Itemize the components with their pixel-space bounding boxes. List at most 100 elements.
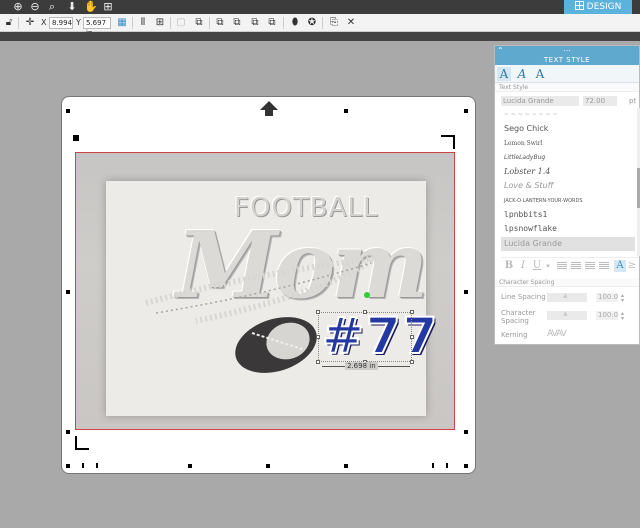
kerning-label: Kerning <box>501 331 528 339</box>
align-center-icon[interactable] <box>571 262 581 270</box>
design-tab[interactable]: DESIGN <box>564 0 632 14</box>
zoom-out-icon[interactable]: ⊖ <box>29 1 41 13</box>
swoosh-stroke <box>155 262 372 314</box>
line-spacing-field[interactable]: 100.0 <box>596 293 618 302</box>
font-size-field[interactable]: 72.00 <box>583 96 617 106</box>
char-spacing-slider[interactable] <box>547 310 587 320</box>
width-readout: 2.698 in <box>345 362 378 370</box>
background-photo[interactable]: FOOTBALL Mom <box>75 152 455 430</box>
font-list-item[interactable]: lpsnowflake <box>501 222 635 236</box>
page-handle[interactable] <box>66 109 70 113</box>
page-tick <box>82 463 84 468</box>
zoom-in-icon[interactable]: ⊕ <box>12 1 24 13</box>
resize-handle[interactable] <box>410 360 414 364</box>
group-icon[interactable]: ▢ <box>175 17 187 29</box>
page-handle[interactable] <box>66 290 70 294</box>
text-offset-tab-icon[interactable]: A <box>533 67 547 81</box>
page-handle[interactable] <box>464 290 468 294</box>
page-handle[interactable] <box>266 464 270 468</box>
page-handle[interactable] <box>464 430 468 434</box>
font-name-field[interactable]: Lucida Grande <box>501 96 579 106</box>
panel-drag-handle[interactable]: ... <box>495 45 639 53</box>
font-list-item[interactable]: JACK·O·LANTERN·YOUR·WORDS <box>501 194 635 208</box>
fit-page-icon[interactable]: ⊞ <box>102 1 114 13</box>
page-handle[interactable] <box>344 109 348 113</box>
font-list[interactable]: ~ ~ ~ ~ ~ ~ ~ ~ Sego Chick Lemon Swirl L… <box>501 108 635 256</box>
bold-button[interactable]: B <box>503 260 515 272</box>
char-spacing-label-2: Spacing <box>501 317 529 325</box>
page-tick <box>432 463 434 468</box>
align-icon[interactable]: ⫴ <box>137 17 149 29</box>
font-list-item[interactable]: Lemon Swirl <box>501 137 635 151</box>
toolbar-separator <box>209 17 210 29</box>
italic-button[interactable]: I <box>517 260 529 272</box>
text-style-tab-icon[interactable]: A <box>497 67 511 81</box>
resize-handle[interactable] <box>410 310 414 314</box>
char-spacing-field[interactable]: 100.0 <box>596 311 618 320</box>
page-tick <box>446 463 448 468</box>
page-tick <box>96 463 98 468</box>
x-label: X <box>41 18 47 27</box>
kerning-sample[interactable]: AVAV <box>547 330 567 339</box>
font-list-item[interactable]: LittleLadyBug <box>501 151 635 165</box>
char-spacing-stepper[interactable]: ▴ ▾ <box>621 311 624 322</box>
ruler-strip <box>0 32 640 41</box>
rotate-handle[interactable] <box>364 292 370 298</box>
line-spacing-stepper[interactable]: ▴ ▾ <box>621 293 624 304</box>
resize-handle[interactable] <box>316 360 320 364</box>
page-handle[interactable] <box>66 464 70 468</box>
toolbar-separator <box>18 17 19 29</box>
section-header-character-spacing: Character Spacing <box>495 278 639 287</box>
align-left-icon[interactable] <box>557 262 567 270</box>
text-path-tab-icon[interactable]: A <box>515 67 529 81</box>
font-list-item-selected[interactable]: Lucida Grande <box>501 236 635 251</box>
registration-corner <box>441 135 455 149</box>
page-handle[interactable] <box>188 464 192 468</box>
resize-handle[interactable] <box>316 310 320 314</box>
font-list-item[interactable]: lpnbbits1 <box>501 208 635 222</box>
ungroup-icon[interactable]: ⧉ <box>193 17 205 29</box>
hand-icon[interactable]: ✋ <box>84 1 98 13</box>
x-position-field[interactable]: 8.994 <box>49 17 73 29</box>
design-grid-icon <box>574 1 584 10</box>
text-fill-icon[interactable]: A <box>614 260 626 272</box>
font-list-item[interactable]: ~ ~ ~ ~ ~ ~ ~ ~ <box>501 108 635 122</box>
font-list-item[interactable]: Sego Chick <box>501 122 635 136</box>
bring-forward-icon[interactable]: ⧉ <box>249 17 261 29</box>
star-shape-icon[interactable]: ✪ <box>306 17 318 29</box>
send-backward-icon[interactable]: ⧉ <box>266 17 278 29</box>
line-spacing-label: Line Spacing <box>501 293 546 301</box>
align-right-icon[interactable] <box>585 262 595 270</box>
pan-down-icon[interactable]: ⬇ <box>66 1 78 13</box>
font-list-item[interactable]: Lobster 1.4 <box>501 165 635 179</box>
design-tab-label: DESIGN <box>586 2 622 12</box>
lock-icon[interactable]: 🔓︎ <box>3 17 15 29</box>
add-box-icon[interactable]: ⊞ <box>154 17 166 29</box>
resize-handle[interactable] <box>316 335 320 339</box>
page-handle[interactable] <box>66 430 70 434</box>
page-handle[interactable] <box>344 464 348 468</box>
font-size-unit: pt <box>629 97 637 105</box>
text-outline-icon[interactable]: ≥ <box>626 260 638 272</box>
toolbar-separator <box>322 17 323 29</box>
delete-icon[interactable]: ✕ <box>345 17 357 29</box>
resize-handle[interactable] <box>410 335 414 339</box>
page-handle[interactable] <box>464 464 468 468</box>
weld-icon[interactable]: ⬮ <box>289 17 301 29</box>
page-handle[interactable] <box>464 109 468 113</box>
line-spacing-slider[interactable] <box>547 292 587 302</box>
zoom-select-icon[interactable]: ⌕ <box>46 1 58 13</box>
bring-front-icon[interactable]: ⧉ <box>214 17 226 29</box>
move-icon[interactable]: ✛ <box>24 17 36 29</box>
resize-handle[interactable] <box>363 310 367 314</box>
underline-dropdown-icon[interactable]: ▾ <box>542 260 554 272</box>
selection-box <box>318 312 412 362</box>
duplicate-icon[interactable]: ⎘ <box>328 17 340 29</box>
font-list-item[interactable]: Love & Stuff <box>501 179 635 193</box>
panel-header[interactable]: ⌃ ... TEXT STYLE <box>495 45 639 65</box>
object-toolbar: 🔓︎ ✛ X 8.994 Y 5.697 in ▦ ⫴ ⊞ ▢ ⧉ ⧉ ⧉ ⧉ … <box>0 14 640 37</box>
snap-grid-icon[interactable]: ▦ <box>116 17 128 29</box>
y-position-field[interactable]: 5.697 in <box>83 17 111 37</box>
send-back-icon[interactable]: ⧉ <box>231 17 243 29</box>
justify-icon[interactable] <box>599 262 609 270</box>
